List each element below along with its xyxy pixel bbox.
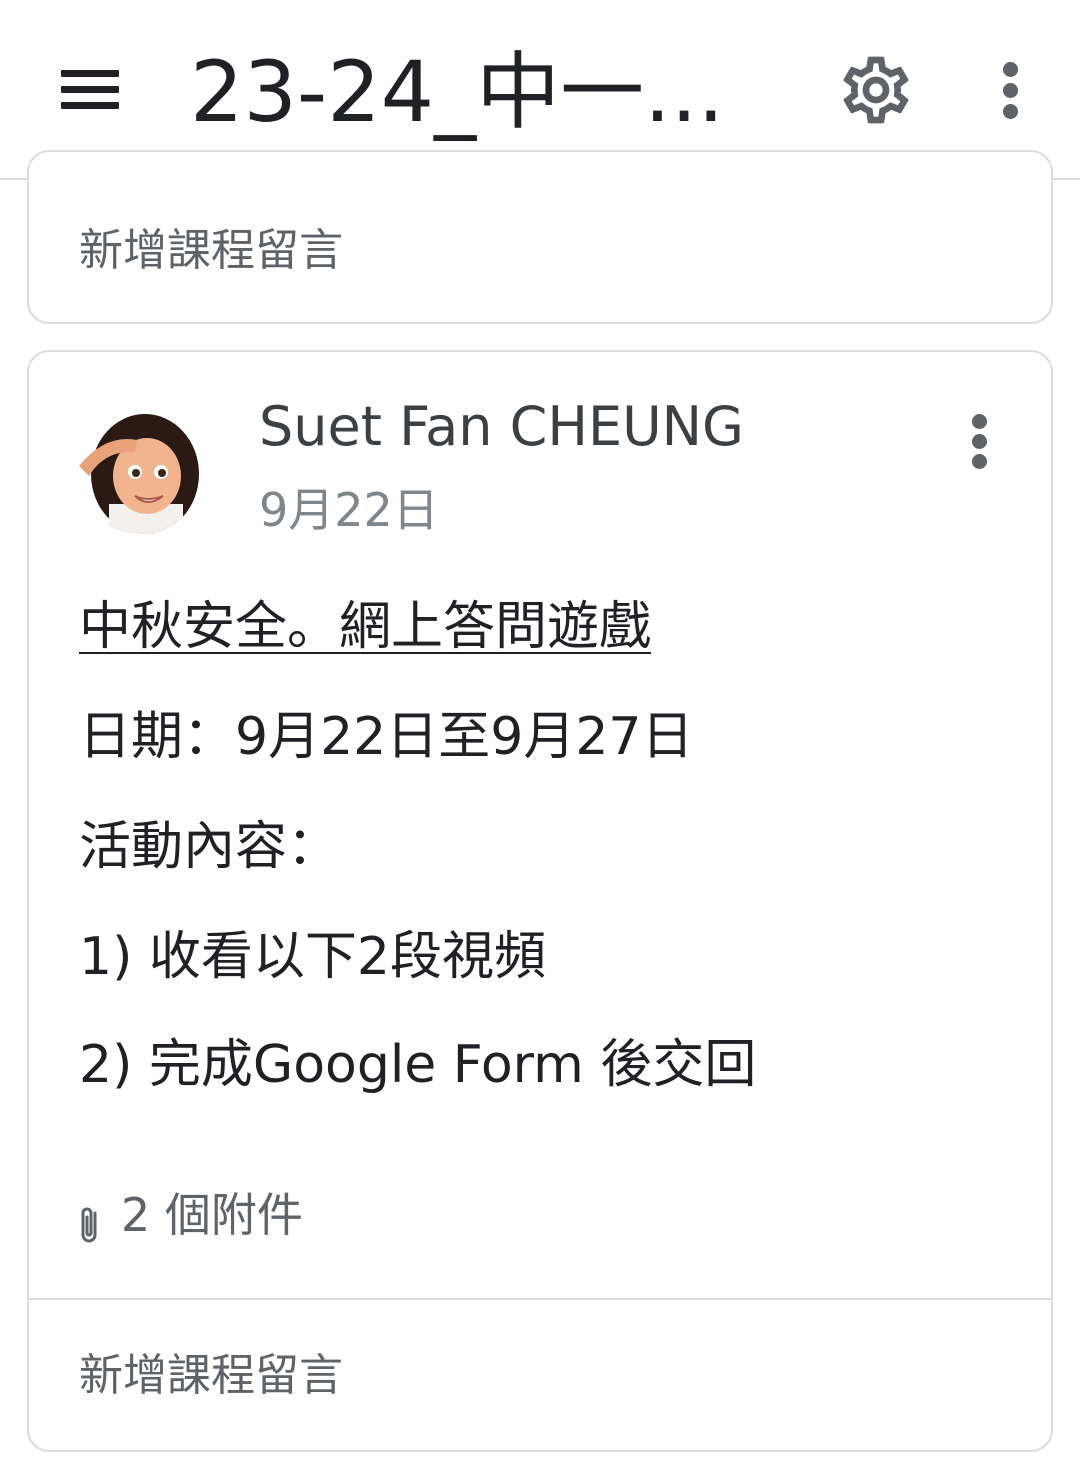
- more-vertical-icon[interactable]: [980, 50, 1040, 130]
- post-text-line: 1) 收看以下2段視頻: [79, 927, 546, 987]
- post-author: Suet Fan CHEUNG: [259, 395, 744, 458]
- post-text-line: 日期：9月22日至9月27日: [79, 707, 694, 767]
- post-text-line: 活動內容：: [79, 817, 340, 877]
- post-text-line: 2) 完成Google Form 後交回: [79, 1035, 757, 1095]
- attachments-label: 2 個附件: [121, 1188, 303, 1242]
- add-class-comment-button[interactable]: 新增課程留言: [29, 176, 1051, 326]
- post-date: 9月22日: [259, 483, 439, 537]
- avatar: [75, 404, 205, 534]
- course-title: 23-24_中一...: [190, 43, 725, 141]
- hamburger-menu-icon[interactable]: [52, 58, 128, 122]
- attachments-button[interactable]: 2 個附件: [75, 1180, 303, 1250]
- previous-post-card: 新增課程留言: [27, 150, 1053, 324]
- add-class-comment-button[interactable]: 新增課程留言: [29, 1298, 1051, 1450]
- paperclip-icon: [75, 1194, 105, 1242]
- post-title-link[interactable]: 中秋安全。網上答問遊戲: [79, 592, 651, 662]
- gear-icon[interactable]: [836, 50, 916, 130]
- post-more-vertical-icon[interactable]: [959, 404, 999, 474]
- announcement-card: Suet Fan CHEUNG 9月22日 中秋安全。網上答問遊戲 日期：9月2…: [27, 350, 1053, 1452]
